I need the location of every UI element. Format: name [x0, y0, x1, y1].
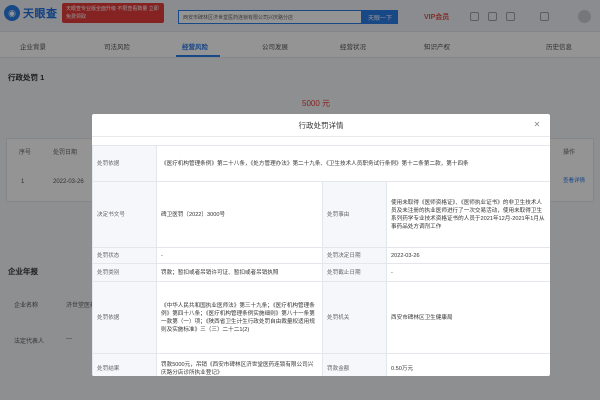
detail-value: - — [156, 247, 323, 264]
modal-divider — [92, 136, 550, 137]
detail-table: 处罚依据 《医疗机构管理条例》第二十八条，《处方管理办法》第二十九条、《卫生技术… — [92, 145, 550, 376]
detail-value: 罚款；暂扣或者吊销许可证、暂扣或者吊销执照 — [156, 263, 323, 282]
detail-label: 处罚依据 — [92, 145, 157, 182]
detail-value: 西安市碑林区卫生健康局 — [385, 281, 550, 354]
detail-label: 罚款金额 — [322, 353, 387, 376]
detail-value: 《医疗机构管理条例》第二十八条，《处方管理办法》第二十九条、《卫生技术人员职务试… — [155, 145, 550, 182]
detail-value: 《中华人民共和国执业医师法》第三十九条；《医疗机构管理条例》第四十八条；《医疗机… — [156, 281, 323, 354]
close-icon[interactable]: ✕ — [532, 120, 542, 130]
detail-label: 处罚事由 — [322, 181, 387, 248]
detail-label: 处罚状态 — [92, 247, 157, 264]
detail-label: 处罚机关 — [322, 281, 387, 354]
detail-label: 处罚决定日期 — [322, 247, 387, 264]
detail-value: 碑卫医罚〔2022〕3000号 — [156, 181, 323, 248]
detail-label: 处罚截止日期 — [322, 263, 387, 282]
detail-value: 使用未取得《医师资格证》、《医师执业证书》的非卫生技术人员及未注册的执业医师进行… — [385, 181, 550, 248]
modal-title: 行政处罚详情 — [298, 121, 344, 130]
table-row: 决定书文号 碑卫医罚〔2022〕3000号 处罚事由 使用未取得《医师资格证》、… — [92, 181, 550, 248]
penalty-detail-modal: 行政处罚详情 ✕ 处罚依据 《医疗机构管理条例》第二十八条，《处方管理办法》第二… — [92, 114, 550, 376]
detail-label: 处罚依据 — [92, 281, 157, 354]
detail-label: 处罚结果 — [92, 353, 157, 376]
detail-value: 0.50万元 — [385, 353, 550, 376]
detail-value: 罚款5000元，吊销《西安市碑林区济世堂医药连锁有限公司兴庆路分店诊所执业登记》 — [156, 353, 323, 376]
detail-value: 2022-03-26 — [385, 247, 550, 264]
detail-value: - — [385, 263, 550, 282]
table-row: 处罚依据 《医疗机构管理条例》第二十八条，《处方管理办法》第二十九条、《卫生技术… — [92, 145, 550, 182]
table-row: 处罚结果 罚款5000元，吊销《西安市碑林区济世堂医药连锁有限公司兴庆路分店诊所… — [92, 353, 550, 376]
table-row: 处罚状态 - 处罚决定日期 2022-03-26 — [92, 247, 550, 264]
detail-label: 决定书文号 — [92, 181, 157, 248]
detail-label: 处罚类别 — [92, 263, 157, 282]
table-row: 处罚类别 罚款；暂扣或者吊销许可证、暂扣或者吊销执照 处罚截止日期 - — [92, 263, 550, 282]
table-row: 处罚依据 《中华人民共和国执业医师法》第三十九条；《医疗机构管理条例》第四十八条… — [92, 281, 550, 354]
